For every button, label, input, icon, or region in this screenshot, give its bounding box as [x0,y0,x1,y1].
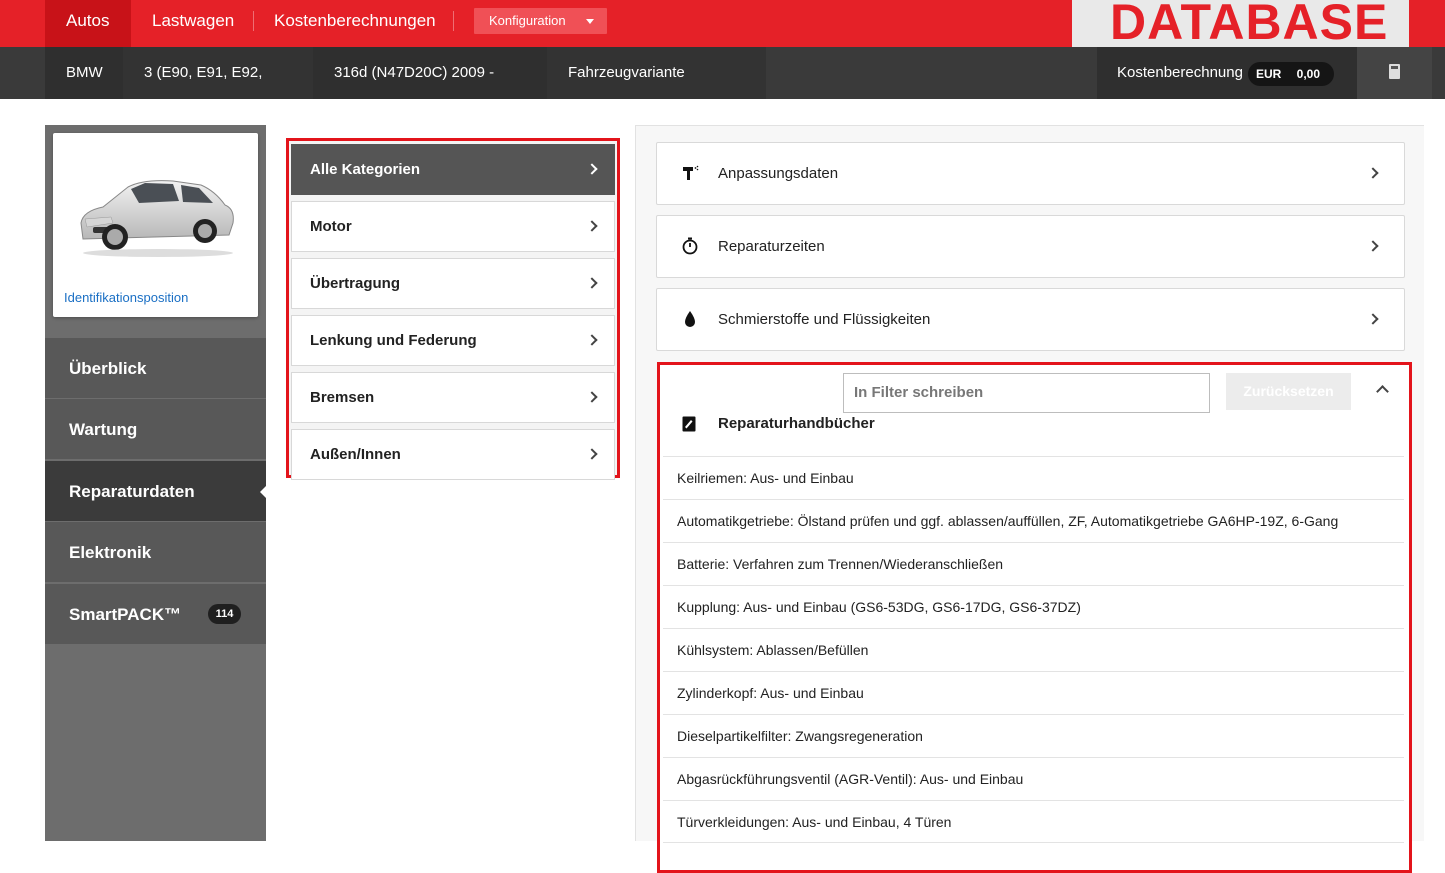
calculator-icon [1389,64,1400,79]
reset-button[interactable]: Zurücksetzen [1226,373,1351,410]
category-label: Motor [310,218,352,235]
category-label: Lenkung und Federung [310,332,477,349]
breadcrumb-model[interactable]: 3 (E90, E91, E92, E93) [123,47,313,133]
cost-calculation[interactable]: Kostenberechnung EUR 0,00 [1097,47,1357,99]
category-motor[interactable]: Motor [291,201,615,252]
chevron-right-icon [586,163,598,175]
chevron-right-icon [586,448,598,460]
stopwatch-icon [682,237,698,255]
tab-lastwagen[interactable]: Lastwagen [131,0,255,47]
chevron-right-icon [586,334,598,346]
sidebar-item-label: Überblick [69,359,147,378]
list-item[interactable]: Dieselpartikelfilter: Zwangsregeneration [663,714,1404,757]
repair-manuals-panel: In Filter schreiben Zurücksetzen Reparat… [657,362,1412,873]
chevron-right-icon [1367,167,1379,179]
sidebar-item-smartpack[interactable]: SmartPACK™ 114 [45,584,266,645]
sidebar-item-reparaturdaten[interactable]: Reparaturdaten [45,461,266,522]
manuals-title: Reparaturhandbücher [718,415,875,432]
spray-gun-icon [683,165,699,180]
cost-pill: EUR 0,00 [1248,62,1334,86]
category-label: Übertragung [310,275,400,292]
konfiguration-label: Konfiguration [489,13,566,28]
smartpack-count-badge: 114 [208,604,241,624]
card-label: Anpassungsdaten [718,165,839,182]
logo-box: DATABASE [1072,0,1409,47]
manual-list: Keilriemen: Aus- und Einbau Automatikget… [663,456,1404,843]
list-item[interactable]: Abgasrückführungsventil (AGR-Ventil): Au… [663,757,1404,800]
list-item[interactable]: Batterie: Verfahren zum Trennen/Wiederan… [663,542,1404,585]
sidebar-item-elektronik[interactable]: Elektronik [45,522,266,583]
caret-down-icon [586,19,594,24]
breadcrumb-variant[interactable]: Fahrzeugvariante auswählen [547,47,766,133]
list-item[interactable]: Automatikgetriebe: Ölstand prüfen und gg… [663,499,1404,542]
cost-amount: 0,00 [1296,67,1320,81]
chevron-up-icon[interactable] [1376,385,1389,398]
car-image [80,180,234,257]
breadcrumb-make[interactable]: BMW [45,47,123,99]
tab-autos[interactable]: Autos [45,0,131,47]
category-label: Außen/Innen [310,446,401,463]
card-label: Reparaturzeiten [718,238,825,255]
list-item[interactable]: Keilriemen: Aus- und Einbau [663,456,1404,499]
sidebar-item-label: Reparaturdaten [69,482,195,501]
category-alle-kategorien[interactable]: Alle Kategorien [291,144,615,195]
category-lenkung-und-federung[interactable]: Lenkung und Federung [291,315,615,366]
breadcrumb-engine[interactable]: 316d (N47D20C) 2009 - 2012 [313,47,547,133]
identification-position-link[interactable]: Identifikationsposition [64,290,188,305]
currency: EUR [1256,67,1282,81]
oil-drop-icon [685,311,695,327]
category-label: Bremsen [310,389,375,406]
category-aussen-innen[interactable]: Außen/Innen [291,429,615,480]
nav-divider [453,11,454,31]
list-item[interactable]: Zylinderkopf: Aus- und Einbau [663,671,1404,714]
cost-label: Kostenberechnung [1117,64,1243,81]
category-bremsen[interactable]: Bremsen [291,372,615,423]
calculator-button[interactable] [1357,47,1432,99]
konfiguration-dropdown[interactable]: Konfiguration [474,8,607,34]
sidebar-item-label: Elektronik [69,543,152,562]
active-notch-icon [260,486,266,498]
logo-text: DATABASE [1110,0,1389,47]
vehicle-card: Identifikationsposition [53,133,258,317]
chevron-right-icon [1367,313,1379,325]
sidebar: Identifikationsposition Überblick Wartun… [45,125,266,841]
category-label: Alle Kategorien [310,161,421,178]
sidebar-item-ueberblick[interactable]: Überblick [45,338,266,399]
list-item[interactable]: Kühlsystem: Ablassen/Befüllen [663,628,1404,671]
sidebar-item-wartung[interactable]: Wartung [45,399,266,460]
tab-kostenberechnungen[interactable]: Kostenberechnungen [253,0,457,47]
card-reparaturzeiten[interactable]: Reparaturzeiten [656,215,1405,278]
category-list: Alle Kategorien Motor Übertragung Lenkun… [286,138,620,480]
chevron-right-icon [586,391,598,403]
chevron-right-icon [586,220,598,232]
breadcrumb: BMW 3 (E90, E91, E92, E93) 316d (N47D20C… [0,47,1445,133]
card-anpassungsdaten[interactable]: Anpassungsdaten [656,142,1405,205]
filter-input[interactable]: In Filter schreiben [843,373,1210,413]
chevron-right-icon [586,277,598,289]
sidebar-item-label: SmartPACK™ [69,605,182,624]
list-item[interactable]: Türverkleidungen: Aus- und Einbau, 4 Tür… [663,800,1404,843]
card-schmierstoffe[interactable]: Schmierstoffe und Flüssigkeiten [656,288,1405,351]
manual-book-icon [682,416,696,432]
chevron-right-icon [1367,240,1379,252]
sidebar-item-label: Wartung [69,420,138,439]
card-label: Schmierstoffe und Flüssigkeiten [718,311,931,328]
category-uebertragung[interactable]: Übertragung [291,258,615,309]
list-item[interactable]: Kupplung: Aus- und Einbau (GS6-53DG, GS6… [663,585,1404,628]
top-nav: Autos Lastwagen Kostenberechnungen Konfi… [0,0,1445,47]
